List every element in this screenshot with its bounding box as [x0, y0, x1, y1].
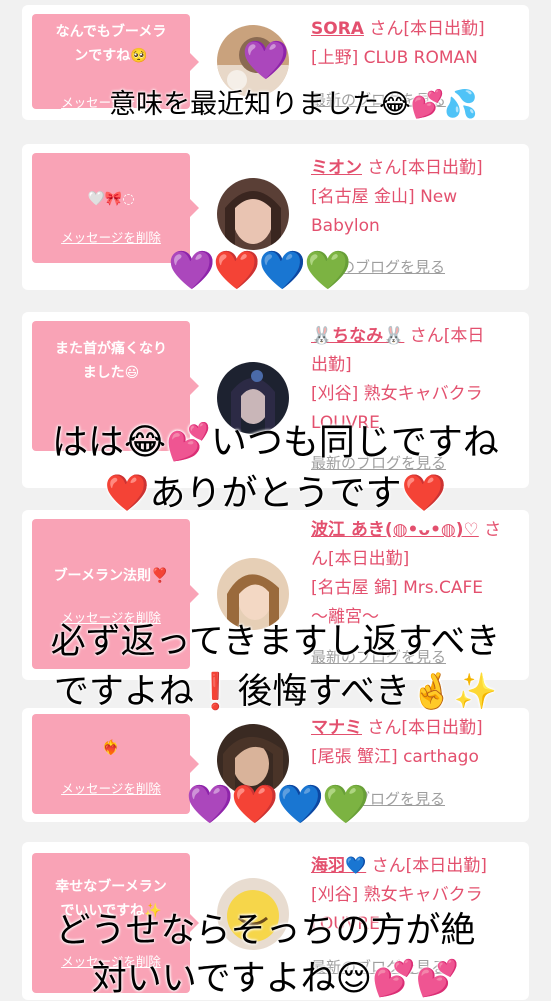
- overlay-text-2b: ❤️ありがとうです❤️: [104, 473, 447, 514]
- message-text: 🤍🎀◌: [87, 191, 135, 207]
- message-bubble: ❤️‍🔥 メッセージを削除: [32, 714, 199, 814]
- delete-message-link[interactable]: メッセージを削除: [32, 227, 190, 246]
- overlay-text-2a: はは😂💕いつも同じですね: [52, 422, 499, 463]
- cast-name-link[interactable]: ミオン: [311, 158, 362, 178]
- cast-name-link[interactable]: 波江 あき(◍•ᴗ•◍)♡: [311, 520, 479, 540]
- message-bubble: 🤍🎀◌ メッセージを削除: [32, 153, 199, 263]
- cast-name-link[interactable]: 🐰ちなみ🐰: [311, 326, 404, 346]
- overlay-text-4a: どうせならそっちの方が絶: [55, 911, 476, 951]
- heart-row-sticker: 💜❤️💙💚: [168, 248, 351, 292]
- purple-heart-sticker: 💜: [242, 38, 289, 82]
- message-text: また首が痛くなり ました😃: [55, 341, 167, 381]
- heart-row-sticker: 💜❤️💙💚: [186, 782, 369, 826]
- overlay-text-3b: ですよね❗️後悔すべき🤞✨: [53, 672, 498, 712]
- avatar[interactable]: [217, 178, 289, 250]
- delete-message-link[interactable]: メッセージを削除: [32, 778, 190, 797]
- message-text: なんでもブーメラ ンですね🥺: [55, 24, 167, 64]
- cast-info: マナミ さん[本日出勤] [尾張 蟹江] carthago: [311, 714, 521, 772]
- cast-info: SORA さん[本日出勤] [上野] CLUB ROMAN: [311, 15, 521, 73]
- view-blog-link[interactable]: のブログを見る: [340, 256, 445, 277]
- message-text: ❤️‍🔥: [102, 740, 120, 756]
- cast-name-link[interactable]: マナミ: [311, 718, 362, 738]
- cast-name-link[interactable]: 海羽💙: [311, 856, 366, 876]
- message-text: ブーメラン法則❣️: [53, 568, 169, 584]
- overlay-text-3a: 必ず返ってきますし返すべき: [50, 622, 501, 662]
- overlay-text-1: 意味を最近知りました😂💕💦: [109, 89, 478, 120]
- cast-name-link[interactable]: SORA: [311, 19, 364, 39]
- overlay-text-4b: 対いいですよね😌💕💕: [91, 959, 460, 999]
- cast-info: ミオン さん[本日出勤] [名古屋 金山] New Babylon: [311, 154, 521, 241]
